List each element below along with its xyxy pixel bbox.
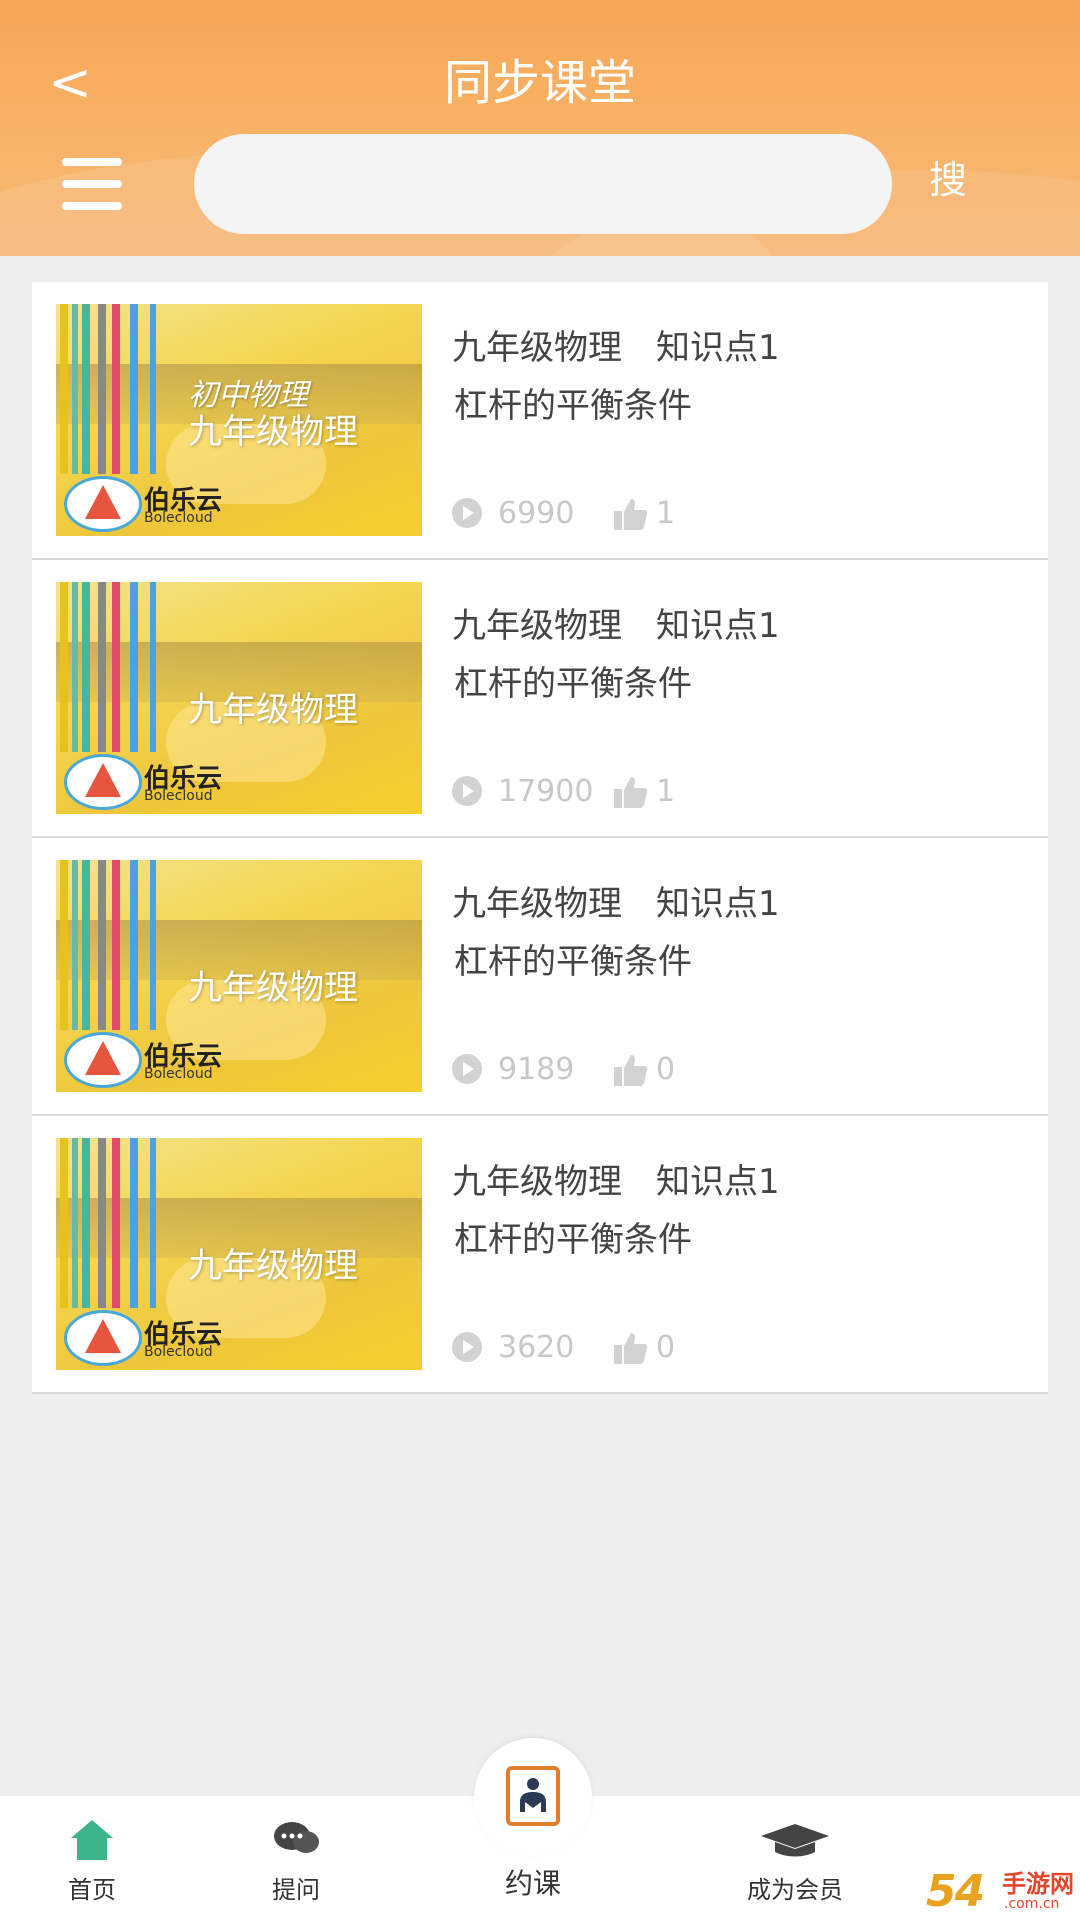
play-count-icon: [452, 498, 482, 528]
home-icon: [71, 1820, 113, 1860]
tab-book-label[interactable]: 约课: [474, 1862, 592, 1902]
thumbnail-title: 九年级物理: [188, 1246, 358, 1286]
play-count-icon: [452, 776, 482, 806]
bolecloud-logo-icon: [64, 754, 142, 810]
like-count: 0: [656, 1330, 676, 1365]
thumbnail-brand-sub: Bolecloud: [144, 788, 213, 804]
menu-icon[interactable]: [62, 158, 122, 210]
bolecloud-logo-icon: [64, 1310, 142, 1366]
tab-label: 提问: [272, 1876, 320, 1904]
tab-label: 成为会员: [747, 1876, 843, 1904]
course-item[interactable]: 九年级物理 伯乐云 Bolecloud 九年级物理 知识点1 杠杆的平衡条件 9…: [32, 838, 1048, 1116]
tab-label: 首页: [68, 1876, 116, 1904]
thumbs-up-icon[interactable]: [610, 494, 650, 534]
course-thumbnail[interactable]: 初中物理 九年级物理 伯乐云 Bolecloud: [56, 304, 422, 536]
course-item[interactable]: 九年级物理 伯乐云 Bolecloud 九年级物理 知识点1 杠杆的平衡条件 3…: [32, 1116, 1048, 1394]
course-item[interactable]: 初中物理 九年级物理 伯乐云 Bolecloud 九年级物理 知识点1 杠杆的平…: [32, 282, 1048, 560]
tab-member[interactable]: 成为会员: [730, 1818, 860, 1905]
thumbnail-stripes: [56, 304, 166, 474]
thumbnail-title: 九年级物理: [188, 690, 358, 730]
like-count: 0: [656, 1052, 676, 1087]
thumbs-up-icon[interactable]: [610, 1050, 650, 1090]
play-count-icon: [452, 1054, 482, 1084]
view-count: 3620: [498, 1330, 575, 1365]
watermark-url: .com.cn: [1004, 1896, 1060, 1912]
watermark-text: 手游网: [1002, 1870, 1074, 1898]
course-topic: 杠杆的平衡条件: [454, 664, 692, 704]
header-bar: < 同步课堂 搜: [0, 0, 1080, 256]
bolecloud-logo-icon: [64, 1032, 142, 1088]
view-count: 17900: [498, 774, 594, 809]
thumbs-up-icon[interactable]: [610, 772, 650, 812]
thumbnail-stripes: [56, 1138, 166, 1308]
view-count: 9189: [498, 1052, 575, 1087]
course-thumbnail[interactable]: 九年级物理 伯乐云 Bolecloud: [56, 582, 422, 814]
course-title: 九年级物理 知识点1: [452, 884, 780, 924]
thumbs-up-icon[interactable]: [610, 1328, 650, 1368]
bolecloud-logo-icon: [64, 476, 142, 532]
book-class-button[interactable]: [474, 1738, 592, 1856]
search-input[interactable]: [194, 134, 892, 234]
watermark-number: 54: [926, 1866, 985, 1917]
thumbnail-title: 九年级物理: [188, 412, 358, 452]
like-count: 1: [656, 774, 676, 809]
like-count: 1: [656, 496, 676, 531]
course-item[interactable]: 九年级物理 伯乐云 Bolecloud 九年级物理 知识点1 杠杆的平衡条件 1…: [32, 560, 1048, 838]
course-thumbnail[interactable]: 九年级物理 伯乐云 Bolecloud: [56, 1138, 422, 1370]
course-topic: 杠杆的平衡条件: [454, 1220, 692, 1260]
course-title: 九年级物理 知识点1: [452, 1162, 780, 1202]
tab-home[interactable]: 首页: [52, 1818, 132, 1905]
play-count-icon: [452, 1332, 482, 1362]
course-topic: 杠杆的平衡条件: [454, 386, 692, 426]
course-thumbnail[interactable]: 九年级物理 伯乐云 Bolecloud: [56, 860, 422, 1092]
search-button[interactable]: 搜: [918, 150, 978, 210]
site-watermark: 54 手游网 .com.cn: [926, 1862, 1080, 1920]
chat-bubble-icon: [274, 1822, 319, 1853]
graduation-cap-icon: [761, 1824, 829, 1857]
thumbnail-stripes: [56, 582, 166, 752]
page-title: 同步课堂: [443, 55, 636, 111]
thumbnail-title: 九年级物理: [188, 968, 358, 1008]
tab-ask[interactable]: 提问: [256, 1818, 336, 1905]
thumbnail-brand-sub: Bolecloud: [144, 510, 213, 526]
thumbnail-brand-sub: Bolecloud: [144, 1066, 213, 1082]
thumbnail-brand-sub: Bolecloud: [144, 1344, 213, 1360]
course-topic: 杠杆的平衡条件: [454, 942, 692, 982]
teacher-icon: [506, 1766, 560, 1826]
course-title: 九年级物理 知识点1: [452, 328, 780, 368]
course-title: 九年级物理 知识点1: [452, 606, 780, 646]
course-list: 初中物理 九年级物理 伯乐云 Bolecloud 九年级物理 知识点1 杠杆的平…: [32, 282, 1048, 1394]
view-count: 6990: [498, 496, 575, 531]
thumbnail-stripes: [56, 860, 166, 1030]
